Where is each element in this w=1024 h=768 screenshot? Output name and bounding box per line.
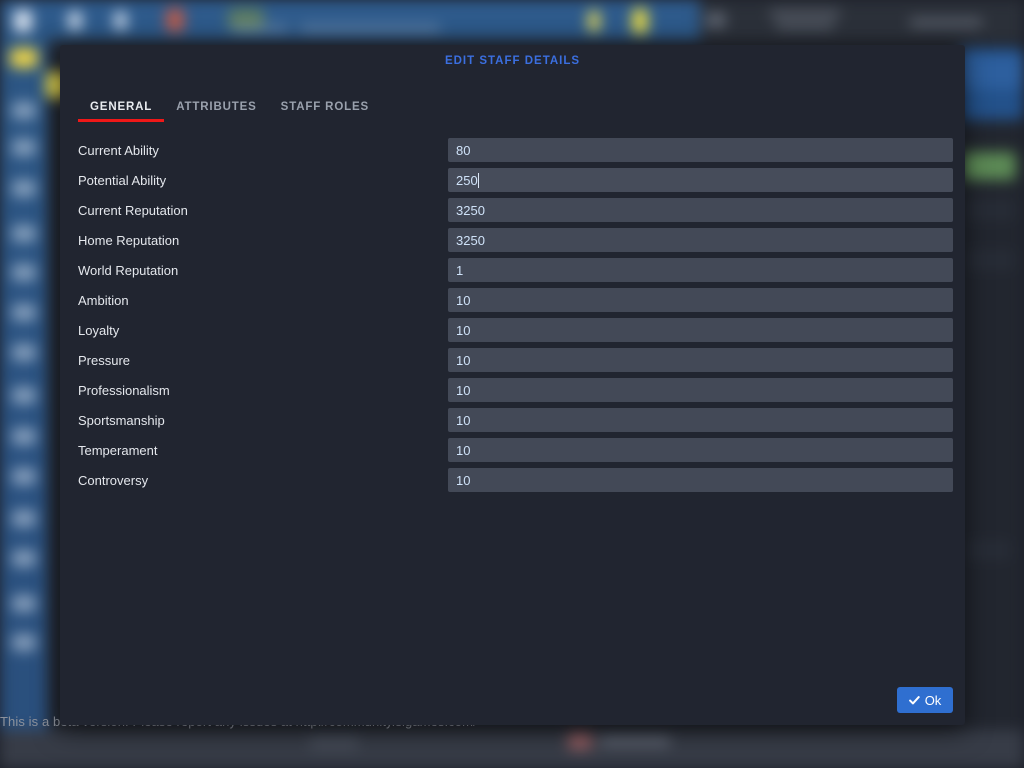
form-row-professionalism: Professionalism 10 (60, 375, 965, 405)
label-home-reputation: Home Reputation (78, 232, 180, 248)
label-temperament: Temperament (78, 442, 158, 458)
background-sidebar-icon (12, 550, 36, 567)
input-controversy-value: 10 (456, 472, 471, 488)
form-row-temperament: Temperament 10 (60, 435, 965, 465)
background-sidebar-icon (12, 595, 36, 612)
label-pressure: Pressure (78, 352, 131, 368)
background-topbar-text (770, 10, 840, 17)
application-window: This is a beta version. Please report an… (0, 0, 1024, 768)
input-temperament[interactable]: 10 (448, 438, 953, 462)
background-topbar-text (910, 18, 982, 27)
background-topbar-item (632, 8, 648, 34)
input-pressure[interactable]: 10 (448, 348, 953, 372)
input-home-reputation[interactable]: 3250 (448, 228, 953, 252)
background-sidebar-icon (12, 634, 36, 651)
background-right-item (964, 200, 1016, 220)
input-temperament-value: 10 (456, 442, 471, 458)
input-home-reputation-value: 3250 (456, 232, 485, 248)
label-ambition: Ambition (78, 292, 129, 308)
background-sidebar-icon (12, 102, 36, 119)
background-topbar-text (232, 24, 288, 32)
input-ambition-value: 10 (456, 292, 471, 308)
background-right-panel (958, 55, 1024, 89)
input-potential-ability[interactable]: 250 (448, 168, 953, 192)
edit-staff-details-dialog: EDIT STAFF DETAILS GENERAL ATTRIBUTES ST… (60, 45, 965, 725)
background-bottom-badge (568, 732, 592, 750)
input-ambition[interactable]: 10 (448, 288, 953, 312)
background-sidebar-icon (12, 428, 36, 445)
tab-staff-roles-label: STAFF ROLES (280, 101, 370, 113)
label-potential-ability: Potential Ability (78, 172, 167, 188)
background-sidebar-icon (12, 510, 36, 527)
background-right-item (964, 250, 1016, 270)
ok-button-label: Ok (924, 692, 942, 708)
dialog-tabs: GENERAL ATTRIBUTES STAFF ROLES (78, 101, 381, 122)
ok-button[interactable]: Ok (897, 687, 953, 713)
label-professionalism: Professionalism (78, 382, 170, 398)
input-pressure-value: 10 (456, 352, 471, 368)
background-status-badge (962, 152, 1016, 180)
input-current-reputation-value: 3250 (456, 202, 485, 218)
input-sportsmanship-value: 10 (456, 412, 471, 428)
form-row-sportsmanship: Sportsmanship 10 (60, 405, 965, 435)
input-professionalism-value: 10 (456, 382, 471, 398)
background-topbar-item (588, 10, 600, 32)
form-row-controversy: Controversy 10 (60, 465, 965, 495)
background-sidebar-icon (12, 180, 36, 197)
form-row-pressure: Pressure 10 (60, 345, 965, 375)
label-current-ability: Current Ability (78, 142, 159, 158)
input-current-reputation[interactable]: 3250 (448, 198, 953, 222)
form-row-world-reputation: World Reputation 1 (60, 255, 965, 285)
tab-staff-roles[interactable]: STAFF ROLES (269, 101, 381, 122)
form-row-ambition: Ambition 10 (60, 285, 965, 315)
background-topbar-text (776, 22, 834, 29)
label-world-reputation: World Reputation (78, 262, 179, 278)
background-sidebar-icon (12, 139, 36, 156)
label-controversy: Controversy (78, 472, 149, 488)
background-topbar-text (300, 24, 440, 32)
background-right-item (964, 540, 1012, 560)
background-sidebar-icon (10, 48, 38, 68)
input-world-reputation[interactable]: 1 (448, 258, 953, 282)
background-topbar-badge (166, 8, 184, 32)
form-row-potential-ability: Potential Ability 250 (60, 165, 965, 195)
tab-attributes-label: ATTRIBUTES (176, 101, 257, 113)
background-topbar-item (14, 10, 32, 32)
background-topbar-item (706, 12, 726, 28)
background-bottom-item (310, 734, 358, 750)
background-sidebar-icon (12, 225, 36, 242)
tab-attributes[interactable]: ATTRIBUTES (164, 101, 268, 122)
check-icon (908, 695, 920, 704)
dialog-title: EDIT STAFF DETAILS (444, 55, 581, 67)
input-current-ability[interactable]: 80 (448, 138, 953, 162)
tab-general-label: GENERAL (90, 101, 153, 113)
staff-attributes-form: Current Ability 80 Potential Ability 250… (60, 135, 965, 495)
input-current-ability-value: 80 (456, 142, 471, 158)
input-professionalism[interactable]: 10 (448, 378, 953, 402)
input-loyalty[interactable]: 10 (448, 318, 953, 342)
background-bottom-bar (0, 730, 1024, 768)
tab-general[interactable]: GENERAL (78, 101, 165, 122)
background-sidebar-icon (12, 304, 36, 321)
label-current-reputation: Current Reputation (78, 202, 188, 218)
background-topbar-item (68, 11, 82, 30)
input-controversy[interactable]: 10 (448, 468, 953, 492)
form-row-loyalty: Loyalty 10 (60, 315, 965, 345)
background-topbar-item (114, 11, 127, 30)
form-row-home-reputation: Home Reputation 3250 (60, 225, 965, 255)
form-row-current-ability: Current Ability 80 (60, 135, 965, 165)
input-world-reputation-value: 1 (456, 262, 464, 278)
input-sportsmanship[interactable]: 10 (448, 408, 953, 432)
input-loyalty-value: 10 (456, 322, 471, 338)
input-potential-ability-value: 250 (456, 172, 478, 188)
form-row-current-reputation: Current Reputation 3250 (60, 195, 965, 225)
label-sportsmanship: Sportsmanship (78, 412, 165, 428)
text-cursor (477, 172, 479, 188)
background-sidebar-icon (12, 387, 36, 404)
background-sidebar-icon (12, 468, 36, 485)
label-loyalty: Loyalty (78, 322, 120, 338)
background-bottom-text (600, 736, 670, 746)
background-sidebar-icon (12, 344, 36, 361)
background-sidebar-icon (12, 264, 36, 281)
